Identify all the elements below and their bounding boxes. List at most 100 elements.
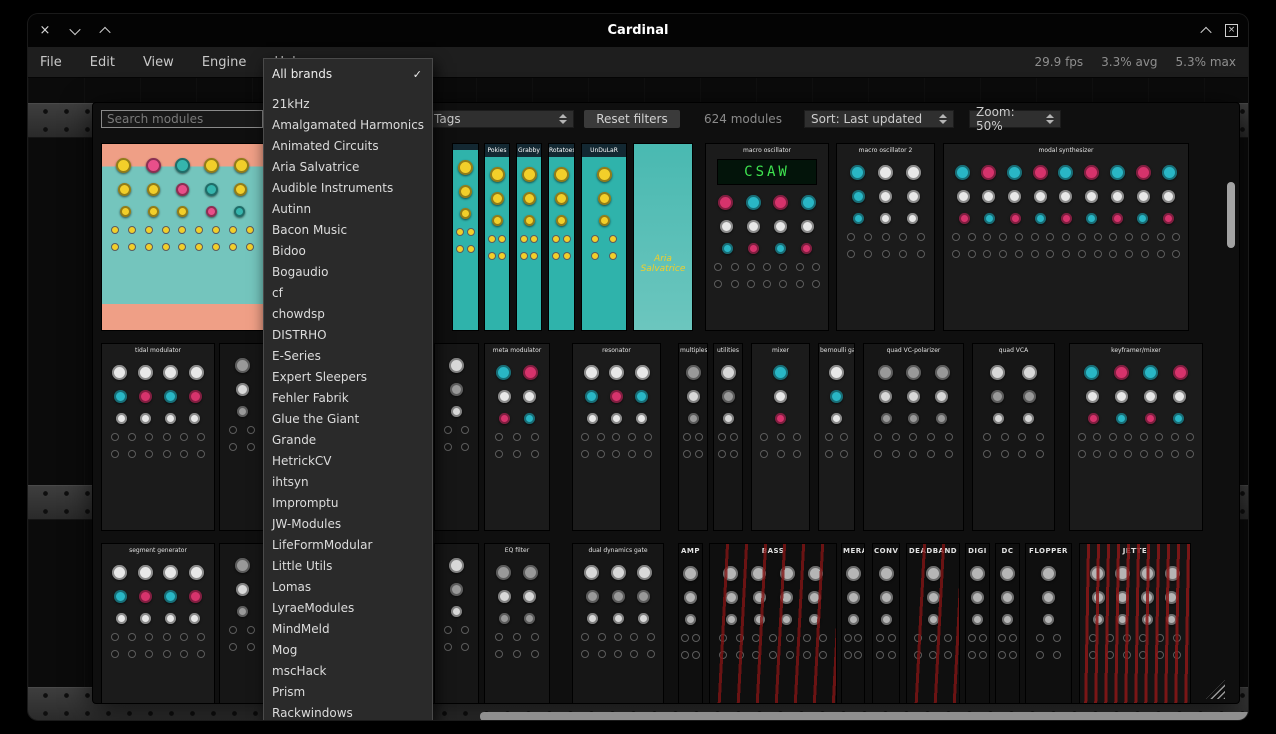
module-tile[interactable]: macro oscillator 2 — [836, 143, 935, 331]
brand-menu-item[interactable]: Animated Circuits — [264, 136, 432, 157]
module-tile[interactable]: CONV — [872, 543, 900, 704]
module-tile[interactable] — [452, 143, 479, 331]
brand-menu-item-all[interactable]: All brands ✓ — [264, 63, 432, 85]
module-tile[interactable]: macro oscillatorCSAW — [705, 143, 829, 331]
jack-icon — [854, 634, 862, 642]
module-tile[interactable]: BASS — [709, 543, 837, 704]
module-tile[interactable] — [434, 543, 479, 704]
jack-icon — [111, 243, 119, 251]
module-tile[interactable]: quad VC-polarizer — [863, 343, 964, 531]
brand-menu-item[interactable]: Lomas — [264, 577, 432, 598]
brand-menu-item[interactable]: Bacon Music — [264, 220, 432, 241]
tags-filter-combo[interactable]: Tags — [427, 110, 574, 128]
module-tile[interactable] — [219, 343, 265, 531]
brand-menu-item[interactable]: chowdsp — [264, 304, 432, 325]
module-tile[interactable]: DC — [995, 543, 1020, 704]
brand-menu-item[interactable]: Expert Sleepers — [264, 367, 432, 388]
module-tile[interactable]: resonator — [572, 343, 661, 531]
knob-icon — [234, 183, 247, 196]
module-tile[interactable]: UnDuLaR — [581, 143, 627, 331]
module-tile[interactable]: DIGI — [965, 543, 990, 704]
brand-menu-item[interactable]: Glue the Giant — [264, 409, 432, 430]
module-tile[interactable]: DEADBAND — [906, 543, 960, 704]
brand-menu-item[interactable]: Mog — [264, 640, 432, 661]
brand-menu-item[interactable]: DISTRHO — [264, 325, 432, 346]
module-tile[interactable] — [101, 143, 264, 331]
brand-menu-item[interactable]: Audible Instruments — [264, 178, 432, 199]
brand-menu-item[interactable]: Bogaudio — [264, 262, 432, 283]
close-icon[interactable]: × — [38, 24, 52, 38]
module-tile[interactable]: multiples — [678, 343, 708, 531]
module-tile[interactable]: keyframer/mixer — [1069, 343, 1203, 531]
knob-icon — [1059, 190, 1072, 203]
module-tile[interactable]: utilities — [713, 343, 743, 531]
module-title: dual dynamics gate — [573, 544, 663, 555]
module-tile[interactable]: modal synthesizer — [943, 143, 1189, 331]
brand-menu-item[interactable]: Autinn — [264, 199, 432, 220]
rollup-icon[interactable] — [1199, 24, 1213, 38]
menu-file[interactable]: File — [40, 55, 62, 70]
jack-icon — [1124, 450, 1132, 458]
knob-icon — [611, 413, 622, 424]
module-tile[interactable]: tidal modulator — [101, 343, 215, 531]
menu-engine[interactable]: Engine — [202, 55, 247, 70]
updown-arrows-icon — [559, 114, 567, 124]
brand-menu-item[interactable]: LyraeModules — [264, 598, 432, 619]
brand-menu-item[interactable]: Rackwindows — [264, 703, 432, 720]
horizontal-scrollbar-thumb[interactable] — [480, 712, 1248, 720]
brand-menu-item[interactable]: MindMeld — [264, 619, 432, 640]
brand-menu-item[interactable]: Grande — [264, 430, 432, 451]
brand-menu-item[interactable]: ihtsyn — [264, 472, 432, 493]
module-tile[interactable]: AMP — [678, 543, 703, 704]
jack-icon — [874, 433, 882, 441]
brand-menu-item[interactable]: Amalgamated Harmonics — [264, 115, 432, 136]
module-tile[interactable]: meta modulator — [484, 343, 550, 531]
module-tile[interactable]: mixer — [751, 343, 810, 531]
module-tile[interactable]: Grabby — [516, 143, 542, 331]
reset-filters-button[interactable]: Reset filters — [584, 110, 680, 128]
jack-icon — [247, 443, 255, 451]
brand-menu-item[interactable]: JW-Modules — [264, 514, 432, 535]
module-tile[interactable]: FLOPPER — [1025, 543, 1072, 704]
module-tile[interactable]: dual dynamics gate — [572, 543, 664, 704]
brand-menu-item[interactable]: LifeFormModular — [264, 535, 432, 556]
knob-icon — [722, 390, 735, 403]
brand-menu-item[interactable]: Aria Salvatrice — [264, 157, 432, 178]
knob-icon — [686, 365, 701, 380]
module-tile[interactable] — [219, 543, 265, 704]
brand-menu-item[interactable]: HetrickCV — [264, 451, 432, 472]
brand-menu-item[interactable]: Bidoo — [264, 241, 432, 262]
module-tile[interactable]: Aria Salvatrice — [633, 143, 693, 331]
jack-icon — [730, 433, 738, 441]
brand-menu-item[interactable]: Impromptu — [264, 493, 432, 514]
module-tile[interactable]: segment generator — [101, 543, 215, 704]
close-box-icon[interactable]: × — [1225, 24, 1238, 37]
chevron-up-icon[interactable] — [98, 24, 112, 38]
module-tile[interactable] — [434, 343, 479, 531]
brand-menu-item[interactable]: cf — [264, 283, 432, 304]
zoom-combo[interactable]: Zoom: 50% — [969, 110, 1061, 128]
brand-menu-item[interactable]: mscHack — [264, 661, 432, 682]
knob-icon — [847, 591, 860, 604]
brand-menu-item[interactable]: Prism — [264, 682, 432, 703]
chevron-down-icon[interactable] — [68, 24, 82, 38]
menu-view[interactable]: View — [143, 55, 174, 70]
module-tile[interactable]: quad VCA — [972, 343, 1055, 531]
sort-combo[interactable]: Sort: Last updated — [804, 110, 954, 128]
module-tile[interactable]: Pokies — [484, 143, 510, 331]
brand-menu-item[interactable]: Little Utils — [264, 556, 432, 577]
knob-icon — [492, 215, 503, 226]
vertical-scrollbar-thumb[interactable] — [1227, 182, 1235, 248]
brand-menu-item[interactable]: E-Series — [264, 346, 432, 367]
module-tile[interactable]: JETTE — [1079, 543, 1191, 704]
brand-menu-item[interactable]: 21kHz — [264, 94, 432, 115]
module-tile[interactable]: MERA — [841, 543, 865, 704]
jack-icon — [899, 233, 907, 241]
brand-menu-item[interactable]: Fehler Fabrik — [264, 388, 432, 409]
search-input[interactable] — [101, 110, 263, 128]
module-tile[interactable]: EQ filter — [484, 543, 550, 704]
module-tile[interactable]: Rotatoes — [548, 143, 575, 331]
jack-icon — [628, 450, 636, 458]
menu-edit[interactable]: Edit — [90, 55, 115, 70]
module-tile[interactable]: bernoulli gate — [818, 343, 855, 531]
